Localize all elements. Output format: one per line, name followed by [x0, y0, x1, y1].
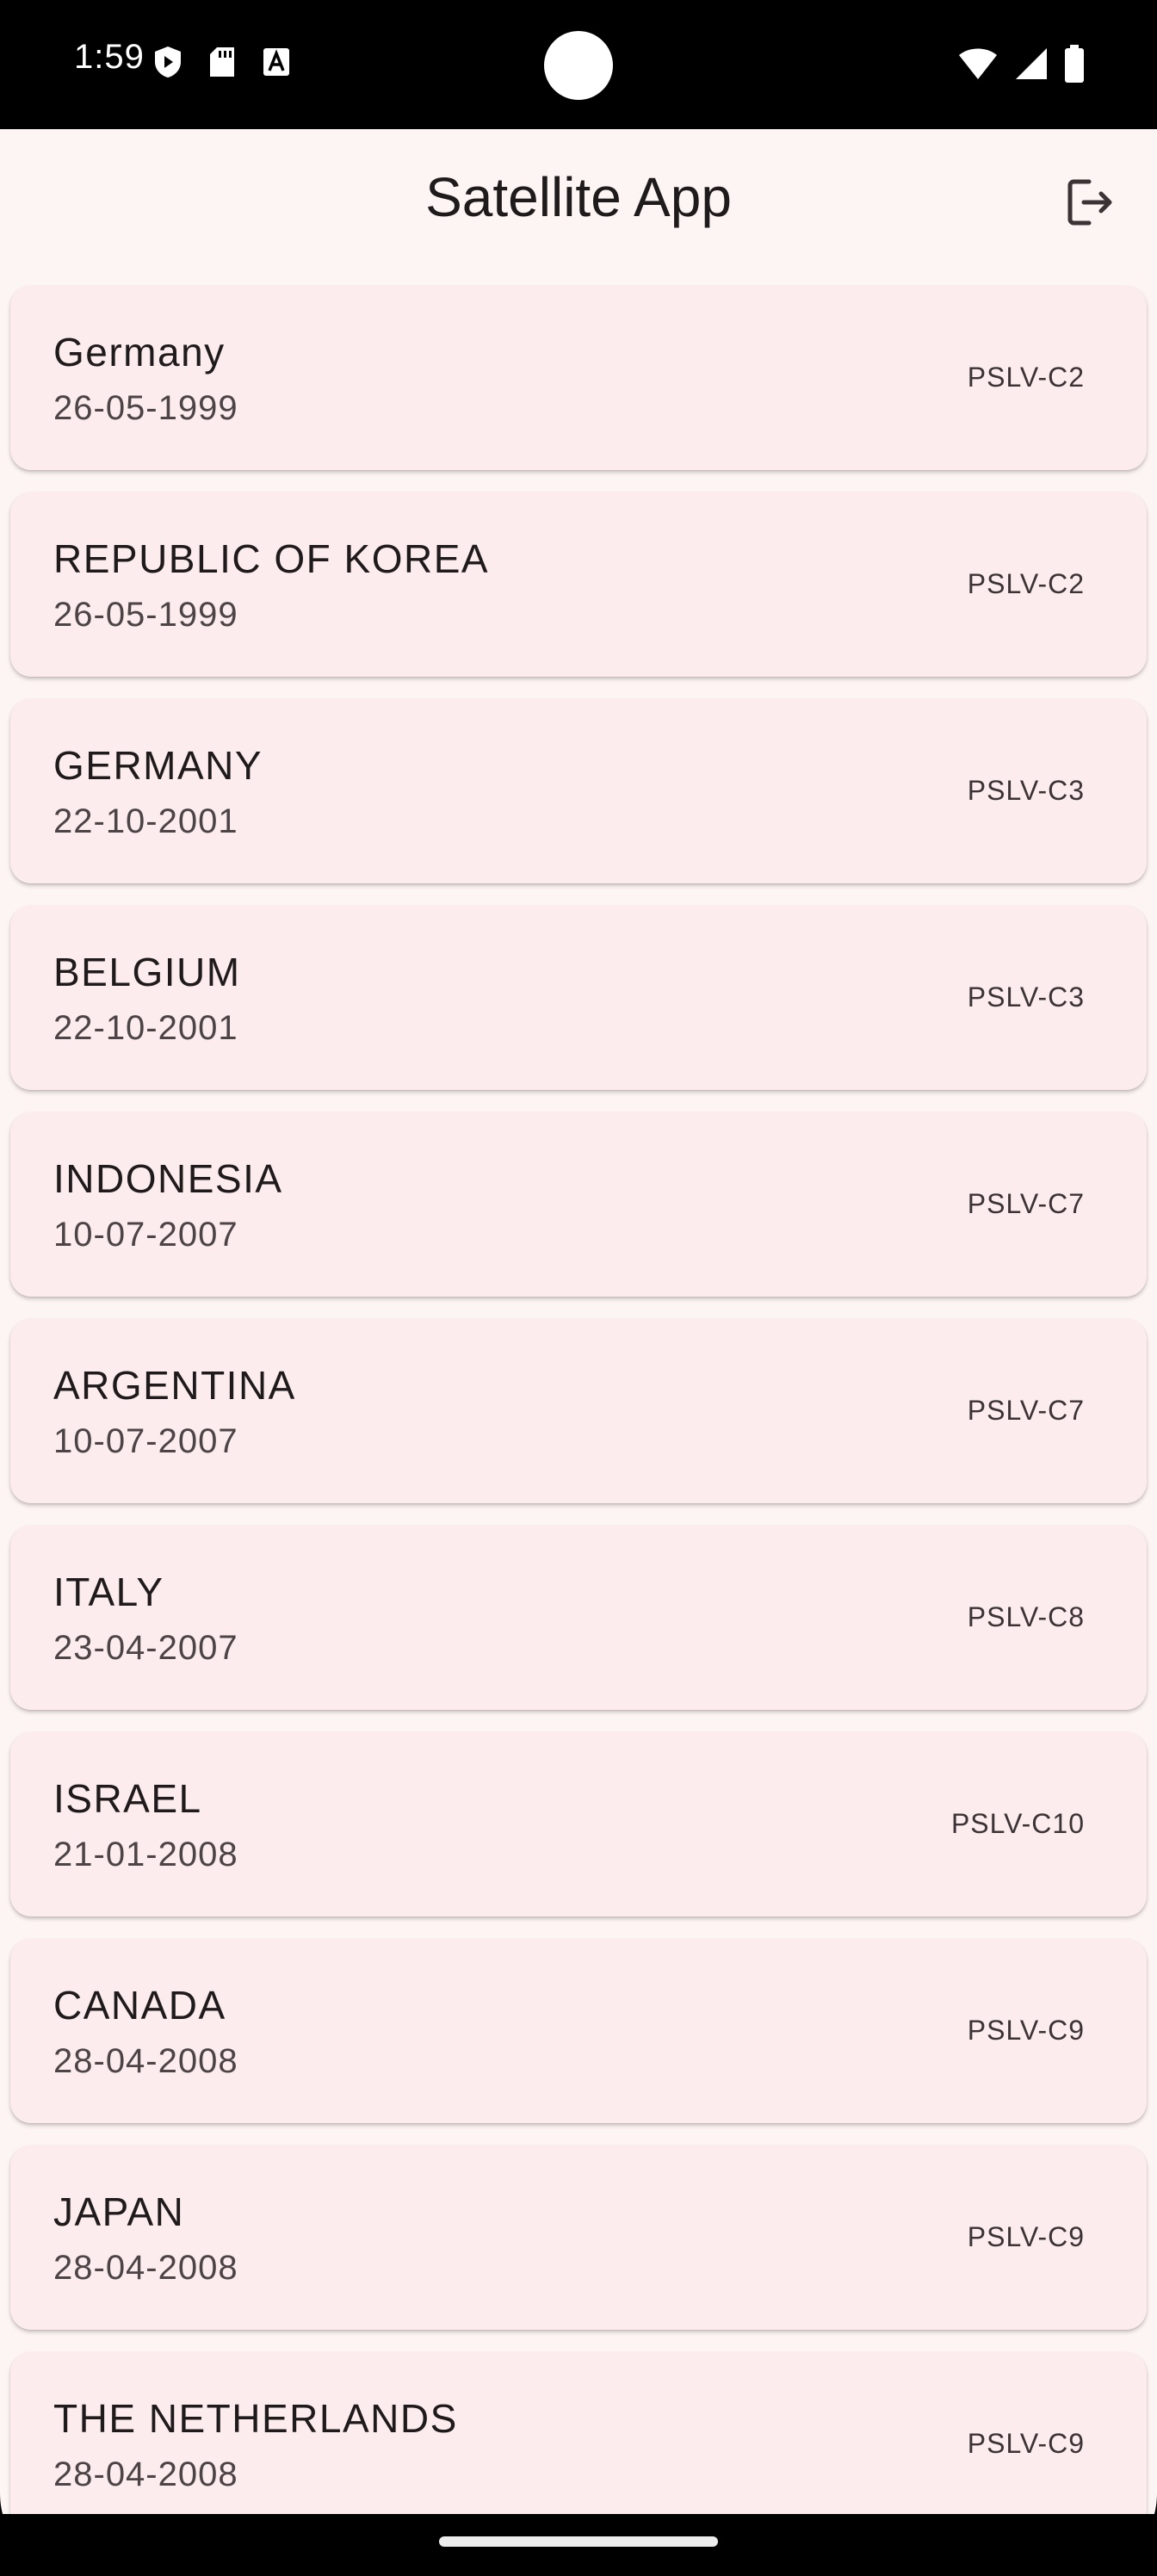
- notification-icons: [153, 45, 291, 84]
- satellite-card[interactable]: ITALY 23-04-2007 PSLV-C8: [10, 1526, 1147, 1710]
- launch-vehicle: PSLV-C9: [967, 2221, 1085, 2252]
- launch-date: 28-04-2008: [53, 2042, 238, 2080]
- phone-screen: 1:59 Satellite App Germany 26-05-1999 PS…: [0, 0, 1157, 2576]
- launch-vehicle: PSLV-C8: [967, 1601, 1085, 1632]
- home-indicator[interactable]: [439, 2536, 718, 2547]
- satellite-card[interactable]: GERMANY 22-10-2001 PSLV-C3: [10, 699, 1147, 883]
- country-name: ITALY: [53, 1570, 164, 1614]
- launch-date: 26-05-1999: [53, 389, 238, 427]
- satellite-card[interactable]: REPUBLIC OF KOREA 26-05-1999 PSLV-C2: [10, 492, 1147, 677]
- launch-vehicle: PSLV-C9: [967, 2015, 1085, 2046]
- launch-date: 28-04-2008: [53, 2249, 238, 2287]
- launch-vehicle: PSLV-C3: [967, 981, 1085, 1012]
- country-name: JAPAN: [53, 2189, 185, 2234]
- satellite-card[interactable]: JAPAN 28-04-2008 PSLV-C9: [10, 2146, 1147, 2330]
- satellite-card[interactable]: ARGENTINA 10-07-2007 PSLV-C7: [10, 1319, 1147, 1503]
- system-icons: [957, 45, 1085, 87]
- country-name: BELGIUM: [53, 950, 241, 994]
- wifi-icon: [957, 46, 999, 85]
- launch-date: 28-04-2008: [53, 2455, 238, 2493]
- status-bar: 1:59: [0, 0, 1157, 129]
- app-title: Satellite App: [425, 166, 732, 228]
- launch-vehicle: PSLV-C7: [967, 1188, 1085, 1219]
- logout-button[interactable]: [1059, 172, 1123, 236]
- country-name: CANADA: [53, 1983, 226, 2028]
- top-app-bar: Satellite App: [0, 129, 1157, 276]
- launch-date: 22-10-2001: [53, 802, 238, 840]
- launch-date: 10-07-2007: [53, 1216, 238, 1254]
- satellite-card[interactable]: Germany 26-05-1999 PSLV-C2: [10, 286, 1147, 470]
- launch-date: 26-05-1999: [53, 596, 238, 634]
- country-name: THE NETHERLANDS: [53, 2396, 458, 2441]
- launch-vehicle: PSLV-C2: [967, 362, 1085, 393]
- country-name: Germany: [53, 330, 226, 375]
- shield-icon: [153, 45, 183, 84]
- country-name: INDONESIA: [53, 1156, 283, 1201]
- country-name: REPUBLIC OF KOREA: [53, 536, 490, 581]
- launch-date: 22-10-2001: [53, 1009, 238, 1047]
- satellite-list: Germany 26-05-1999 PSLV-C2 REPUBLIC OF K…: [10, 286, 1147, 2514]
- satellite-card[interactable]: BELGIUM 22-10-2001 PSLV-C3: [10, 906, 1147, 1090]
- status-time: 1:59: [74, 38, 145, 76]
- launch-vehicle: PSLV-C3: [967, 775, 1085, 806]
- launch-vehicle: PSLV-C7: [967, 1395, 1085, 1426]
- sd-card-icon: [208, 46, 236, 83]
- cellular-signal-icon: [1014, 46, 1049, 85]
- launch-vehicle: PSLV-C9: [967, 2428, 1085, 2459]
- launch-date: 21-01-2008: [53, 1836, 238, 1873]
- launch-vehicle: PSLV-C10: [950, 1808, 1085, 1839]
- country-name: ARGENTINA: [53, 1363, 296, 1408]
- launch-vehicle: PSLV-C2: [967, 568, 1085, 599]
- country-name: ISRAEL: [53, 1776, 202, 1821]
- app-content: Satellite App Germany 26-05-1999 PSLV-C2…: [0, 129, 1157, 2514]
- font-icon: [262, 46, 291, 82]
- satellite-card[interactable]: THE NETHERLANDS 28-04-2008 PSLV-C9: [10, 2352, 1147, 2514]
- camera-cutout: [544, 31, 613, 100]
- gesture-nav-bar: [0, 2514, 1157, 2576]
- satellite-card[interactable]: ISRAEL 21-01-2008 PSLV-C10: [10, 1732, 1147, 1917]
- country-name: GERMANY: [53, 743, 263, 788]
- logout-icon: [1065, 176, 1117, 232]
- satellite-card[interactable]: CANADA 28-04-2008 PSLV-C9: [10, 1939, 1147, 2123]
- satellite-card[interactable]: INDONESIA 10-07-2007 PSLV-C7: [10, 1112, 1147, 1297]
- launch-date: 23-04-2007: [53, 1629, 238, 1667]
- launch-date: 10-07-2007: [53, 1422, 238, 1460]
- battery-icon: [1064, 45, 1085, 87]
